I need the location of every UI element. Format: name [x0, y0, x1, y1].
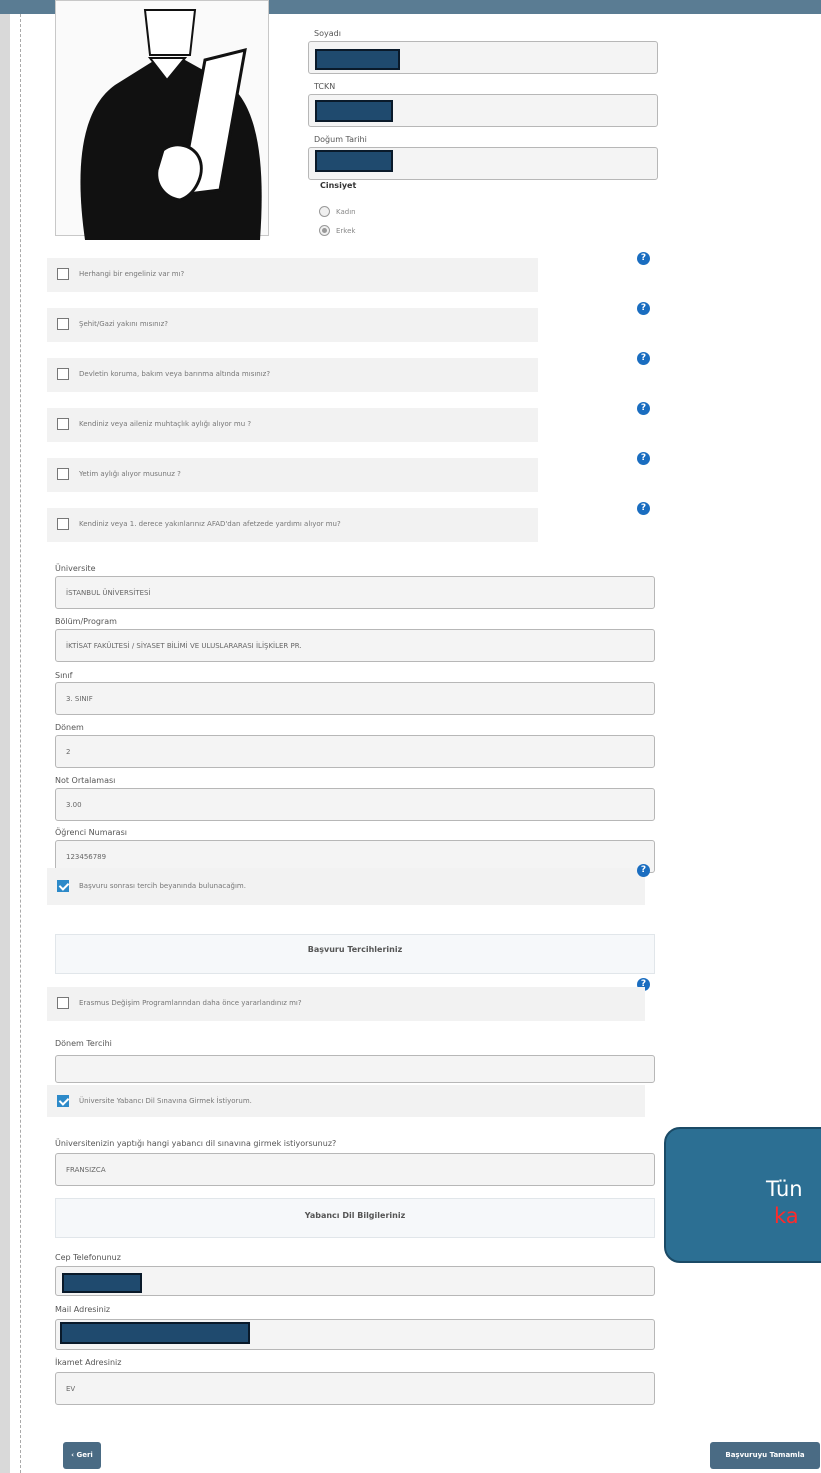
- program-field[interactable]: İKTİSAT FAKÜLTESİ / SİYASET BİLİMİ VE UL…: [55, 629, 655, 662]
- question-text: Kendiniz veya aileniz muhtaçlık aylığı a…: [79, 420, 252, 428]
- checkbox[interactable]: [57, 368, 69, 380]
- question-martyr-veteran[interactable]: Şehit/Gazi yakını mısınız?: [47, 308, 538, 342]
- class-value: 3. SINIF: [66, 694, 93, 703]
- help-icon[interactable]: ?: [637, 402, 650, 415]
- language-value: FRANSIZCA: [66, 1165, 106, 1174]
- university-value: İSTANBUL ÜNİVERSİTESİ: [66, 588, 151, 597]
- profile-photo: [55, 0, 269, 240]
- question-orphan-pension[interactable]: Yetim aylığı alıyor musunuz ?: [47, 458, 538, 492]
- redaction-block: [315, 150, 393, 172]
- gender-option-female: Kadın: [336, 208, 356, 216]
- tckn-field[interactable]: [308, 94, 658, 127]
- question-text: Yetim aylığı alıyor musunuz ?: [79, 470, 181, 478]
- question-text: Devletin koruma, bakım veya barınma altı…: [79, 370, 271, 378]
- gender-radio-female[interactable]: [319, 206, 330, 217]
- language-section-header: Yabancı Dil Bilgileriniz: [55, 1198, 655, 1238]
- question-afad-aid[interactable]: Kendiniz veya 1. derece yakınlarınız AFA…: [47, 508, 538, 542]
- redaction-block: [315, 49, 400, 70]
- language-exam-text: Üniversite Yabancı Dil Sınavına Girmek İ…: [79, 1097, 252, 1105]
- help-icon[interactable]: ?: [637, 252, 650, 265]
- term-preference-label: Dönem Tercihi: [55, 1039, 112, 1048]
- gpa-label: Not Ortalaması: [55, 776, 116, 785]
- class-field[interactable]: 3. SINIF: [55, 682, 655, 715]
- gender-option-male: Erkek: [336, 227, 356, 235]
- checkbox[interactable]: [57, 418, 69, 430]
- checkbox[interactable]: [57, 468, 69, 480]
- question-text: Kendiniz veya 1. derece yakınlarınız AFA…: [79, 520, 341, 528]
- mail-field[interactable]: [55, 1319, 655, 1350]
- question-text: Herhangi bir engeliniz var mı?: [79, 270, 185, 278]
- address-value: EV: [66, 1384, 76, 1393]
- erasmus-row[interactable]: Erasmus Değişim Programlarından daha önc…: [47, 987, 645, 1021]
- help-icon[interactable]: ?: [637, 452, 650, 465]
- preferences-section-header: Başvuru Tercihleriniz: [55, 934, 655, 974]
- help-icon[interactable]: ?: [637, 302, 650, 315]
- language-section-title: Yabancı Dil Bilgileriniz: [304, 1211, 406, 1220]
- checkbox[interactable]: [57, 268, 69, 280]
- term-field[interactable]: 2: [55, 735, 655, 768]
- language-select[interactable]: FRANSIZCA: [55, 1153, 655, 1186]
- checkbox[interactable]: [57, 518, 69, 530]
- declaration-checkbox[interactable]: [57, 880, 69, 892]
- toast-text-line2: ka: [774, 1204, 799, 1228]
- university-field[interactable]: İSTANBUL ÜNİVERSİTESİ: [55, 576, 655, 609]
- term-preference-field[interactable]: [55, 1055, 655, 1083]
- gender-radio-male[interactable]: [319, 225, 330, 236]
- info-toast: Tün ka: [664, 1127, 821, 1263]
- phone-label: Cep Telefonunuz: [55, 1253, 121, 1262]
- student-number-label: Öğrenci Numarası: [55, 828, 127, 837]
- question-disability[interactable]: Herhangi bir engeliniz var mı?: [47, 258, 538, 292]
- surname-label: Soyadı: [314, 29, 341, 38]
- question-text: Şehit/Gazi yakını mısınız?: [79, 320, 168, 328]
- language-exam-checkbox[interactable]: [57, 1095, 69, 1107]
- program-value: İKTİSAT FAKÜLTESİ / SİYASET BİLİMİ VE UL…: [66, 641, 302, 650]
- erasmus-text: Erasmus Değişim Programlarından daha önc…: [79, 999, 302, 1007]
- language-question-label: Üniversitenizin yaptığı hangi yabancı di…: [55, 1139, 337, 1148]
- declaration-text: Başvuru sonrası tercih beyanında bulunac…: [79, 882, 246, 890]
- help-icon[interactable]: ?: [637, 502, 650, 515]
- checkbox[interactable]: [57, 318, 69, 330]
- tckn-label: TCKN: [314, 82, 336, 91]
- toast-text-line1: Tün: [766, 1177, 803, 1201]
- panel-dashed-border: [20, 14, 21, 1473]
- gpa-field[interactable]: 3.00: [55, 788, 655, 821]
- address-field[interactable]: EV: [55, 1372, 655, 1405]
- redaction-block: [62, 1273, 142, 1293]
- question-needy-pension[interactable]: Kendiniz veya aileniz muhtaçlık aylığı a…: [47, 408, 538, 442]
- address-label: İkamet Adresiniz: [55, 1358, 122, 1367]
- term-value: 2: [66, 747, 71, 756]
- help-icon[interactable]: ?: [637, 352, 650, 365]
- help-icon[interactable]: ?: [637, 864, 650, 877]
- back-button[interactable]: ‹ Geri: [63, 1442, 101, 1469]
- dob-field[interactable]: [308, 147, 658, 180]
- complete-application-button[interactable]: Başvuruyu Tamamla: [710, 1442, 820, 1469]
- erasmus-checkbox[interactable]: [57, 997, 69, 1009]
- gpa-value: 3.00: [66, 800, 82, 809]
- preferences-section-title: Başvuru Tercihleriniz: [307, 945, 403, 954]
- class-label: Sınıf: [55, 671, 73, 680]
- term-label: Dönem: [55, 723, 84, 732]
- person-silhouette-icon: [80, 9, 262, 240]
- redaction-block: [60, 1322, 250, 1344]
- question-state-protection[interactable]: Devletin koruma, bakım veya barınma altı…: [47, 358, 538, 392]
- surname-field[interactable]: [308, 41, 658, 74]
- university-label: Üniversite: [55, 564, 96, 573]
- phone-field[interactable]: [55, 1266, 655, 1296]
- mail-label: Mail Adresiniz: [55, 1305, 111, 1314]
- gender-label: Cinsiyet: [320, 181, 357, 190]
- program-label: Bölüm/Program: [55, 617, 117, 626]
- declaration-row[interactable]: Başvuru sonrası tercih beyanında bulunac…: [47, 868, 645, 905]
- dob-label: Doğum Tarihi: [314, 135, 367, 144]
- language-exam-row[interactable]: Üniversite Yabancı Dil Sınavına Girmek İ…: [47, 1085, 645, 1117]
- student-number-value: 123456789: [66, 852, 107, 861]
- redaction-block: [315, 100, 393, 122]
